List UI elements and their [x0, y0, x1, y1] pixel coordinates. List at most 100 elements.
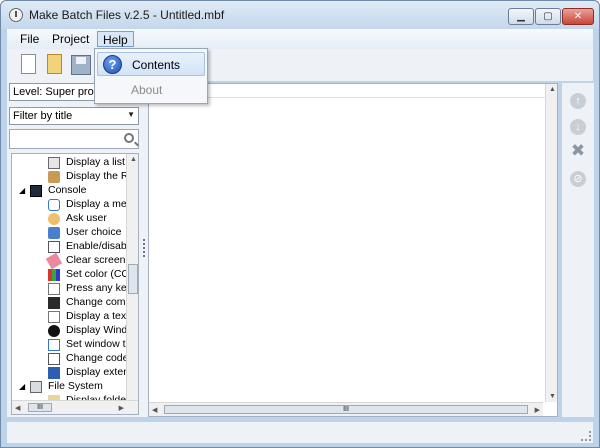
app-logo-icon — [9, 8, 23, 22]
tree-folder-file-system[interactable]: ◢ File System — [12, 380, 124, 394]
scroll-down-icon[interactable]: ▼ — [549, 393, 556, 400]
filter-select-value: Filter by title — [13, 110, 73, 122]
tree-folder-console[interactable]: ◢ Console — [12, 184, 124, 198]
filter-select[interactable]: Filter by title ▼ — [9, 107, 139, 125]
toggle-icon — [48, 241, 60, 253]
maximize-button[interactable]: ▢ — [535, 8, 561, 25]
new-file-button[interactable] — [17, 53, 41, 77]
code-page-icon — [48, 353, 60, 365]
file-system-icon — [30, 381, 42, 393]
move-down-icon[interactable]: ↓ — [570, 119, 586, 135]
scroll-left-icon[interactable]: ◀ — [15, 404, 20, 412]
chevron-down-icon: ▼ — [127, 110, 135, 119]
disable-icon[interactable]: ⊘ — [570, 171, 586, 187]
scroll-right-icon[interactable]: ▶ — [119, 404, 124, 412]
app-window: Make Batch Files v.2.5 - Untitled.mbf ▁ … — [0, 0, 600, 448]
tree-item[interactable]: Press any key — [12, 282, 132, 296]
menu-project[interactable]: Project — [47, 31, 94, 47]
tree-item-label: Ask user — [66, 212, 107, 224]
scroll-left-icon[interactable]: ◀ — [152, 406, 157, 414]
tree-item[interactable]: Display the Re — [12, 170, 134, 184]
help-icon: ? — [103, 55, 122, 74]
tree-item[interactable]: Display Windo — [12, 324, 133, 338]
tree-item[interactable]: Set window ti — [12, 338, 128, 352]
help-menu-dropdown: ? Contents About — [94, 48, 208, 104]
search-input[interactable] — [9, 129, 139, 149]
tree-vertical-scrollbar[interactable]: ▲ — [126, 154, 138, 400]
message-icon — [48, 199, 60, 211]
text-file-icon — [48, 311, 60, 323]
help-contents-item[interactable]: ? Contents — [97, 52, 205, 76]
tree-item-label: Clear screen ( — [66, 254, 132, 266]
tree-item[interactable]: Display a mes — [12, 198, 132, 212]
tree-item[interactable]: Clear screen ( — [12, 252, 132, 270]
tree-item-label: Set window ti — [66, 338, 128, 350]
splitter-grip-icon — [143, 239, 146, 257]
editor-hscroll-thumb[interactable]: III — [164, 405, 528, 414]
menu-file[interactable]: File — [15, 31, 44, 47]
tree-item-label: Display exten — [66, 366, 130, 378]
tree-scroll-thumb[interactable] — [128, 264, 138, 294]
scroll-up-icon[interactable]: ▲ — [130, 156, 137, 163]
tree-item[interactable]: Display exten — [12, 366, 129, 380]
user-question-icon — [48, 213, 60, 225]
open-document-icon — [47, 54, 62, 74]
tree-item-label: Change code — [66, 352, 129, 364]
tree-folder-label: Console — [48, 184, 87, 196]
about-label: About — [131, 83, 163, 97]
command-tree: Display a list o Display the Re ◢ Consol… — [11, 153, 139, 415]
tree-item-label: Change comm — [66, 296, 135, 308]
new-document-icon — [21, 54, 36, 74]
tree-item[interactable]: Display a text — [12, 310, 129, 324]
windows-logo-icon — [48, 325, 60, 337]
minimize-button[interactable]: ▁ — [508, 8, 534, 25]
window-title-icon — [48, 339, 60, 351]
search-icon[interactable] — [124, 133, 134, 143]
menu-help[interactable]: Help — [97, 31, 134, 47]
editor-horizontal-scrollbar[interactable]: ◀ III ▶ — [149, 402, 543, 416]
tree-item-label: Display a list o — [66, 156, 134, 168]
tree-item-label: Display a mes — [66, 198, 132, 210]
tree-item-label: Display the Re — [66, 170, 135, 182]
help-contents-label: Contents — [132, 58, 181, 72]
tree-item[interactable]: Change comm — [12, 296, 134, 310]
line-actions-bar: ↑ ↓ ✖ ⊘ — [562, 83, 594, 417]
title-bar: Make Batch Files v.2.5 - Untitled.mbf ▁ … — [1, 1, 599, 29]
tree-item-label: Press any key — [66, 282, 132, 294]
tree-item[interactable]: Enable/disable — [12, 240, 135, 254]
color-grid-icon — [48, 269, 60, 281]
delete-icon[interactable]: ✖ — [570, 142, 586, 159]
collapse-arrow-icon[interactable]: ◢ — [19, 382, 25, 391]
tree-item-label: User choice — [66, 226, 122, 238]
tree-item[interactable]: User choice — [12, 226, 124, 240]
tree-item-label: Display a text — [66, 310, 130, 322]
collapse-arrow-icon[interactable]: ◢ — [19, 186, 25, 195]
extension-icon — [48, 367, 60, 379]
resize-grip-icon[interactable] — [581, 431, 591, 441]
tree-item[interactable]: Display a list o — [12, 156, 134, 170]
menu-bar: File Project Help — [7, 29, 593, 49]
tree-item[interactable]: Ask user — [12, 212, 124, 226]
open-file-button[interactable] — [43, 53, 67, 77]
close-button[interactable]: ✕ — [562, 8, 594, 25]
tree-item-label: Display Windo — [66, 324, 134, 336]
move-up-icon[interactable]: ↑ — [570, 93, 586, 109]
batch-editor[interactable]: ▲ ▼ ◀ III ▶ — [148, 83, 558, 417]
list-icon — [48, 157, 60, 169]
tree-item[interactable]: Change code — [12, 352, 128, 366]
editor-vertical-scrollbar[interactable]: ▲ ▼ — [545, 84, 557, 402]
scroll-right-icon[interactable]: ▶ — [535, 406, 540, 414]
tree-item-label: Set color (CO — [66, 268, 130, 280]
about-item[interactable]: About — [97, 78, 205, 102]
console-icon — [30, 185, 42, 197]
tree-horizontal-scrollbar[interactable]: ◀ III ▶ — [12, 400, 138, 414]
window-title: Make Batch Files v.2.5 - Untitled.mbf — [29, 8, 225, 22]
tree-folder-label: File System — [48, 380, 103, 392]
save-disk-icon — [71, 55, 91, 75]
tree-hscroll-thumb[interactable]: III — [28, 403, 52, 412]
tree-item[interactable]: Set color (CO — [12, 268, 130, 282]
save-file-button[interactable] — [69, 53, 93, 77]
tree-item-label: Enable/disable — [66, 240, 135, 252]
scroll-up-icon[interactable]: ▲ — [549, 86, 556, 93]
commands-panel: Level: Super pro ▼ Filter by title ▼ Dis… — [7, 81, 141, 417]
